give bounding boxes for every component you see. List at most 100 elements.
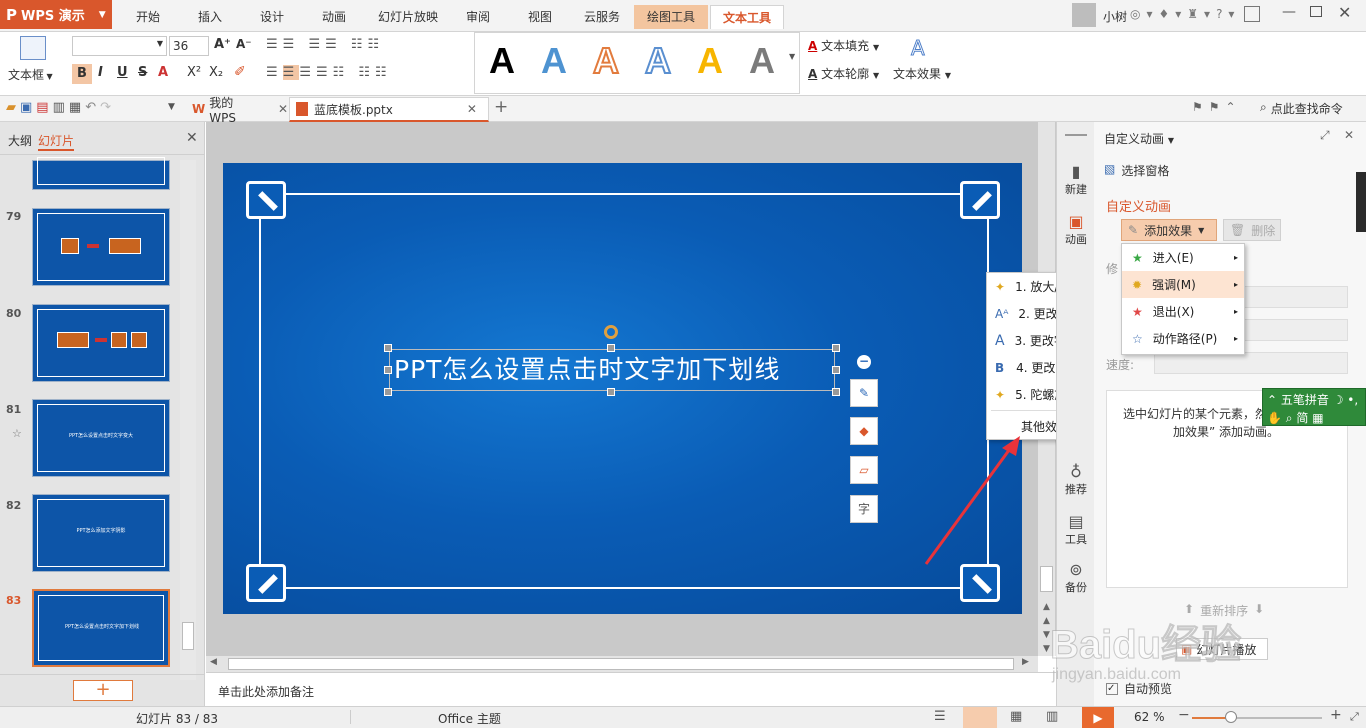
menu-item-exit[interactable]: ★ 退出(X) ▸	[1122, 298, 1244, 325]
tab-my-wps[interactable]: W 我的WPS ✕	[186, 96, 288, 125]
sidebar-item-recommend[interactable]: ♁ 推荐	[1057, 462, 1095, 497]
text-outline-button[interactable]: A 文本轮廓 ▼	[808, 65, 879, 82]
tab-slideshow[interactable]: 幻灯片放映	[370, 5, 446, 29]
slide-thumbnail-83-selected[interactable]: PPT怎么设置点击时文字加下划线	[32, 589, 170, 667]
font-family-select[interactable]: ▼	[72, 36, 167, 56]
text-fill-button[interactable]: A 文本填充 ▼	[808, 37, 879, 54]
search-command[interactable]: ⌕ 点此查找命令	[1260, 100, 1343, 117]
tab-review[interactable]: 审阅	[456, 5, 500, 29]
slide-thumbnail[interactable]	[32, 157, 170, 190]
resize-handle[interactable]	[384, 388, 392, 396]
superscript-button[interactable]: X²	[187, 65, 201, 80]
slide-thumbnail-82[interactable]: PPT怎么添加文字阴影	[32, 494, 170, 572]
text-effect-icon[interactable]: A	[911, 36, 926, 61]
menu-item-motion-path[interactable]: ☆ 动作路径(P) ▸	[1122, 325, 1244, 352]
normal-view-icon[interactable]	[963, 707, 997, 728]
quick-access-menu-icon[interactable]: ▼	[168, 102, 175, 112]
zoom-in-icon[interactable]: +	[1330, 707, 1342, 723]
paragraph-list-icons[interactable]: ☰☰ ☰☰ ☷☷	[266, 37, 384, 52]
slide-title[interactable]: PPT怎么设置点击时文字加下划线	[390, 350, 834, 390]
sidebar-item-animation[interactable]: ▣ 动画	[1057, 212, 1095, 247]
new-tab-icon[interactable]: +	[494, 97, 508, 117]
textbox-button[interactable]: 文本框 ▼	[8, 66, 53, 83]
minimize-icon[interactable]: —	[1282, 4, 1296, 20]
textbox-icon[interactable]	[20, 36, 46, 60]
art-style-blue[interactable]: A	[530, 36, 578, 86]
collapse-icon[interactable]: −	[857, 355, 871, 369]
tab-outline[interactable]: 大纲	[8, 132, 32, 149]
slides-scrollbar[interactable]	[180, 160, 196, 680]
underline-button[interactable]: U	[117, 65, 128, 80]
title-textbox[interactable]: PPT怎么设置点击时文字加下划线	[389, 349, 835, 391]
close-icon[interactable]: ✕	[467, 102, 477, 116]
bold-button[interactable]: B	[72, 64, 92, 84]
redo-icon[interactable]: ↷	[100, 100, 115, 115]
add-effect-button[interactable]: ✎ 添加效果 ▼	[1121, 219, 1217, 241]
scroll-left-icon[interactable]: ◀	[210, 657, 217, 667]
sync-icons[interactable]: ⚑⚑⌃	[1192, 100, 1242, 114]
zoom-slider-thumb[interactable]	[1225, 711, 1237, 723]
close-icon[interactable]: ✕	[186, 130, 198, 146]
quick-access-icons[interactable]: ▰▣▤▥▦↶↷	[6, 100, 115, 115]
art-style-orange-outline[interactable]: A	[582, 36, 630, 86]
tab-drawing-tools[interactable]: 绘图工具	[634, 5, 708, 29]
tab-text-tools[interactable]: 文本工具	[710, 5, 784, 29]
sidebar-item-backup[interactable]: ⊚ 备份	[1057, 560, 1095, 595]
save-icon[interactable]: ▣	[20, 100, 36, 115]
text-direction-icon[interactable]: 字	[850, 495, 878, 523]
pane-title-dropdown[interactable]: 自定义动画 ▼	[1104, 130, 1174, 147]
slide-thumbnail-81[interactable]: PPT怎么设置点击时文字变大	[32, 399, 170, 477]
zoom-out-icon[interactable]: −	[1178, 707, 1190, 723]
increase-font-button[interactable]: A⁺	[214, 37, 231, 52]
art-style-gray[interactable]: A	[738, 36, 786, 86]
tab-design[interactable]: 设计	[246, 5, 298, 29]
font-size-select[interactable]: 36	[169, 36, 209, 56]
notes-placeholder[interactable]: 单击此处添加备注	[206, 673, 1056, 710]
close-icon[interactable]: ✕	[1338, 3, 1351, 22]
decrease-font-button[interactable]: A⁻	[236, 37, 252, 51]
notes-toggle-icon[interactable]: ☰	[934, 709, 946, 724]
shirt-icon[interactable]: ♜▾	[1187, 7, 1216, 21]
slide-sorter-icon[interactable]: ▦	[1010, 709, 1022, 724]
fill-bucket-icon[interactable]: ◆	[850, 417, 878, 445]
tab-document[interactable]: 蓝底模板.pptx ✕	[289, 97, 489, 122]
undo-icon[interactable]: ↶	[85, 100, 100, 115]
art-style-yellow[interactable]: A	[686, 36, 734, 86]
help-icon[interactable]: ?▾	[1216, 7, 1240, 21]
slide-thumbnail-80[interactable]	[32, 304, 170, 382]
add-slide-button[interactable]: +	[73, 680, 133, 701]
ime-toolbar[interactable]: ⌃ 五笔拼音 ☽ •, ✋ ⌕ 简 ▦	[1262, 388, 1366, 426]
close-icon[interactable]: ✕	[1344, 128, 1354, 142]
play-icon[interactable]: ▶	[1082, 707, 1114, 728]
slide-thumbnail-79[interactable]	[32, 208, 170, 286]
close-icon[interactable]: ✕	[278, 102, 288, 116]
scrollbar-thumb[interactable]	[1040, 566, 1053, 592]
scrollbar-thumb[interactable]	[182, 622, 194, 650]
preview-icon[interactable]: ▦	[69, 100, 85, 115]
export-pdf-icon[interactable]: ▤	[36, 100, 52, 115]
print-icon[interactable]: ▥	[53, 100, 69, 115]
skin-icon[interactable]: ♦▾	[1159, 7, 1188, 21]
font-color-button[interactable]: A	[158, 65, 168, 80]
art-style-black[interactable]: A	[478, 36, 526, 86]
rotate-handle[interactable]	[604, 325, 618, 339]
italic-button[interactable]: I	[98, 65, 103, 80]
text-effect-button[interactable]: 文本效果 ▼	[893, 65, 951, 82]
share-icon[interactable]	[1244, 6, 1260, 22]
tab-cloud[interactable]: 云服务	[576, 5, 628, 29]
sidebar-item-tools[interactable]: ▤ 工具	[1057, 512, 1095, 547]
resize-handle[interactable]	[832, 388, 840, 396]
user-name[interactable]: 小树	[1103, 8, 1127, 25]
menu-item-emphasis[interactable]: ✹ 强调(M) ▸	[1122, 271, 1244, 298]
tab-home[interactable]: 开始	[122, 5, 174, 29]
select-pane-button[interactable]: ▧ 选择窗格	[1104, 162, 1169, 179]
undock-icon[interactable]: ⤢	[1320, 128, 1330, 143]
tab-view[interactable]: 视图	[518, 5, 562, 29]
shape-outline-icon[interactable]: ✎	[850, 379, 878, 407]
page-nav-icons[interactable]: ▲ ▲ ▼ ▼	[1043, 600, 1050, 656]
reading-view-icon[interactable]: ▥	[1046, 709, 1058, 724]
title-icons[interactable]: ◎▾♦▾♜▾?▾	[1130, 7, 1240, 21]
menu-item-entrance[interactable]: ★ 进入(E) ▸	[1122, 244, 1244, 271]
resize-handle[interactable]	[607, 388, 615, 396]
align-icons[interactable]: ☰☰☰☰☷ ☷☷	[266, 65, 392, 80]
